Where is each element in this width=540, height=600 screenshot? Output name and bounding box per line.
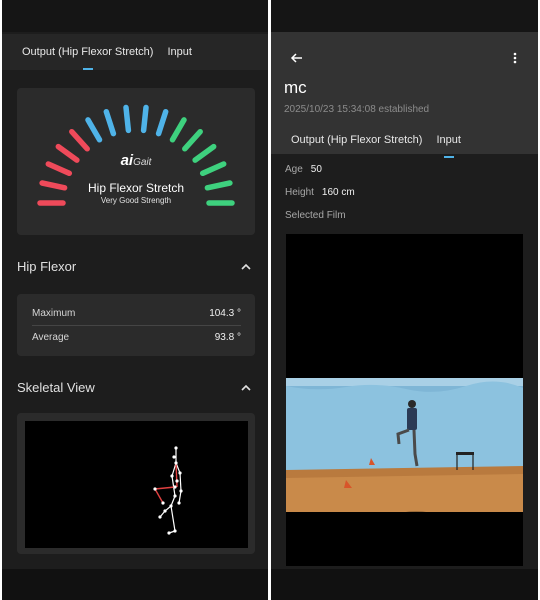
logo-gait-text: Gait: [133, 157, 152, 168]
output-screen: Output (Hip Flexor Stretch) Input aiGait…: [2, 0, 268, 600]
film-image: [286, 378, 523, 512]
navigation-bar: [2, 569, 268, 600]
gauge-card: aiGait Hip Flexor Stretch Very Good Stre…: [17, 88, 255, 235]
tab-input[interactable]: Input: [436, 122, 461, 158]
chevron-up-icon[interactable]: [239, 380, 253, 394]
app-bar: mc 2025/10/23 15:34:08 established Outpu…: [271, 32, 538, 158]
aigait-logo: aiGait: [17, 152, 255, 169]
gauge-segment: [182, 128, 203, 152]
gauge-segment: [103, 108, 117, 137]
gauge-segment: [123, 104, 132, 134]
skeleton-figure: [153, 446, 183, 535]
age-field: Age 50: [285, 164, 322, 175]
status-bar: [271, 0, 538, 32]
tab-output[interactable]: Output (Hip Flexor Stretch): [22, 34, 153, 70]
hip-flexor-title: Hip Flexor: [17, 258, 77, 274]
metric-value: 104.3 °: [209, 308, 241, 319]
age-value: 50: [310, 164, 322, 175]
status-bar: [2, 0, 268, 32]
gauge-segment: [69, 128, 90, 152]
tab-bar: Output (Hip Flexor Stretch) Input: [2, 34, 268, 70]
height-field: Height 160 cm: [285, 187, 355, 198]
established-timestamp: 2025/10/23 15:34:08 established: [284, 104, 430, 115]
skeletal-view-card: [17, 413, 255, 554]
selected-film-label: Selected Film: [285, 210, 346, 221]
tab-output-label: Output (Hip Flexor Stretch): [22, 46, 154, 58]
gauge-segment: [169, 117, 187, 143]
tab-bar: Output (Hip Flexor Stretch) Input: [271, 122, 538, 158]
metric-label: Maximum: [32, 308, 76, 319]
chevron-up-icon[interactable]: [239, 259, 253, 273]
hip-flexor-section-header[interactable]: Hip Flexor: [17, 256, 253, 276]
skeletal-view-section-header[interactable]: Skeletal View: [17, 377, 253, 397]
selected-film-player[interactable]: [286, 234, 523, 566]
age-label: Age: [285, 164, 303, 175]
back-arrow-icon[interactable]: [289, 50, 305, 66]
height-value: 160 cm: [321, 187, 355, 198]
navigation-bar: [271, 569, 538, 600]
more-vertical-icon[interactable]: [507, 50, 523, 66]
metric-row-maximum: Maximum 104.3 °: [32, 308, 241, 319]
gauge-segment: [85, 117, 103, 143]
film-frame: [286, 378, 523, 512]
tab-input-label: Input: [167, 46, 192, 58]
gauge-segment: [155, 108, 169, 137]
gauge-subtitle: Very Good Strength: [100, 196, 172, 205]
metric-row-average: Average 93.8 °: [32, 332, 241, 343]
hip-flexor-metrics: Maximum 104.3 ° Average 93.8 °: [17, 294, 255, 356]
page-title: mc: [284, 78, 307, 97]
logo-ai-text: ai: [120, 152, 134, 169]
input-screen: mc 2025/10/23 15:34:08 established Outpu…: [271, 0, 538, 600]
gauge-title: Hip Flexor Stretch: [87, 181, 185, 195]
tab-output[interactable]: Output (Hip Flexor Stretch): [291, 122, 422, 158]
tab-input-label: Input: [436, 134, 461, 146]
skeleton-canvas[interactable]: [25, 421, 248, 548]
metric-label: Average: [32, 332, 70, 343]
tab-output-label: Output (Hip Flexor Stretch): [291, 134, 423, 146]
active-tab-indicator: [443, 156, 454, 158]
gauge-segment: [140, 104, 149, 134]
divider: [32, 325, 241, 326]
tab-input[interactable]: Input: [167, 34, 191, 70]
height-label: Height: [285, 187, 314, 198]
active-tab-indicator: [82, 68, 93, 70]
metric-value: 93.8 °: [214, 332, 241, 343]
skeletal-view-title: Skeletal View: [17, 379, 95, 395]
